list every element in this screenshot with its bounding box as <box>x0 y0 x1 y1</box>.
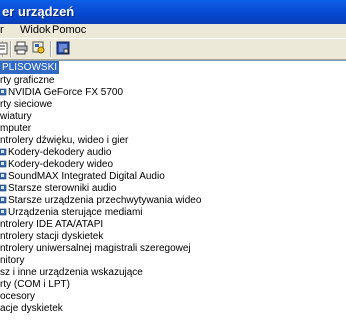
toolbar-separator <box>50 41 52 57</box>
menu-item-action[interactable]: r <box>0 24 4 36</box>
menu-bar: r Widok Pomoc <box>0 24 346 38</box>
print-icon[interactable] <box>14 41 28 55</box>
menu-item-view[interactable]: Widok <box>20 24 51 36</box>
scan-hardware-icon[interactable] <box>32 41 46 55</box>
properties-icon[interactable] <box>0 41 10 55</box>
tree-category-label: acje dyskietek <box>0 303 63 314</box>
tree-category-label: ntrolery uniwersalnej magistrali szerego… <box>0 243 191 254</box>
tree-root-label[interactable]: PLISOWSKI <box>0 61 60 74</box>
help-icon[interactable] <box>56 41 70 55</box>
toolbar-separator <box>10 41 12 57</box>
menu-item-help[interactable]: Pomoc <box>52 24 86 36</box>
title-bar: er urządzeń <box>0 0 346 24</box>
toolbar <box>0 38 346 60</box>
device-tree[interactable]: PLISOWSKI rty graficzne NVIDIA GeForce FX… <box>0 60 346 321</box>
window-title: er urządzeń <box>2 4 75 19</box>
